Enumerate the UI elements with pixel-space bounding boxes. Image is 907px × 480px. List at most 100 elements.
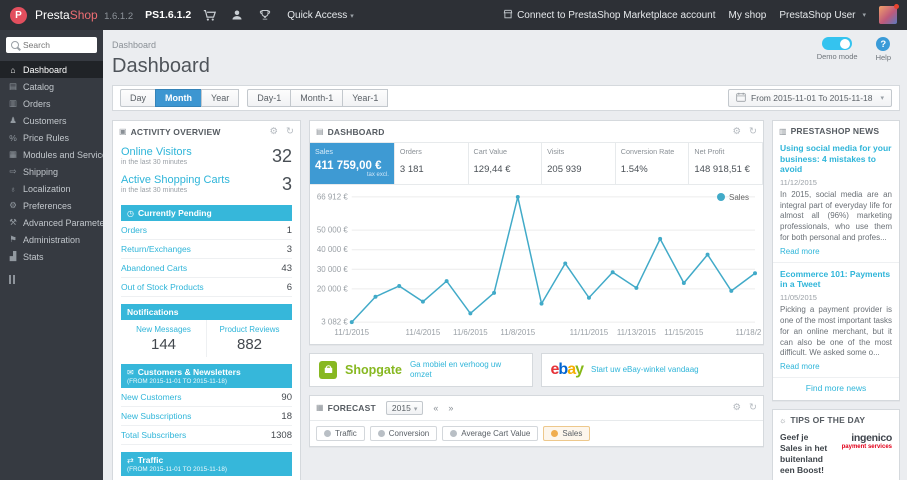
online-visitors-link[interactable]: Online Visitors <box>121 146 192 158</box>
pending-row-link[interactable]: Abandoned Carts <box>121 263 187 273</box>
brand-part1: Presta <box>35 8 70 22</box>
customers-row-link[interactable]: Total Subscribers <box>121 430 186 440</box>
forecast-legend-button[interactable]: Average Cart Value <box>442 425 539 441</box>
pending-row: Out of Stock Products 6 <box>121 278 292 297</box>
news-article-title[interactable]: Using social media for your business: 4 … <box>780 143 892 175</box>
forecast-legend-dot <box>324 429 331 437</box>
sidebar-item-icon: ▦ <box>8 149 18 159</box>
date-range-label: From 2015-11-01 To 2015-11-18 <box>751 93 873 103</box>
gear-icon[interactable]: ⚙ <box>733 402 742 413</box>
sidebar-item[interactable]: ♁ Localization <box>0 180 103 197</box>
quick-access-menu[interactable]: Quick Access <box>287 10 354 21</box>
trophy-icon[interactable] <box>255 0 275 30</box>
period-button[interactable]: Month <box>155 89 203 107</box>
svg-text:40 000 €: 40 000 € <box>317 245 348 254</box>
sidebar-nav: ⌂ Dashboard ▤ Catalog ▥ Orders ♟ Custome… <box>0 61 103 265</box>
pending-row-value: 6 <box>286 281 292 293</box>
kpi-cell[interactable]: Conversion Rate 1.54% <box>616 143 690 184</box>
user-menu[interactable]: PrestaShop User <box>779 10 866 21</box>
forecast-legend-button[interactable]: Sales <box>543 425 591 441</box>
shopgate-icon <box>319 360 337 379</box>
collapse-sidebar-button[interactable] <box>9 275 21 284</box>
kpi-cell[interactable]: Cart Value 129,44 € <box>469 143 543 184</box>
customers-row-link[interactable]: New Subscriptions <box>121 411 191 421</box>
find-more-news-link[interactable]: Find more news <box>773 377 899 400</box>
help-icon[interactable] <box>876 37 891 51</box>
forecast-legend-button[interactable]: Conversion <box>369 425 438 441</box>
refresh-icon[interactable]: ↻ <box>749 402 757 413</box>
sidebar-item-label: Advanced Parameters <box>23 217 103 228</box>
shop-name[interactable]: PS1.6.1.2 <box>145 9 191 21</box>
forecast-legend-button[interactable]: Traffic <box>316 425 365 441</box>
clock-icon: ◷ <box>127 208 134 218</box>
refresh-icon[interactable]: ↻ <box>749 126 757 137</box>
read-more-link[interactable]: Read more <box>780 247 892 256</box>
brand-part2: Shop <box>69 8 98 22</box>
forecast-legend-label: Sales <box>562 428 583 438</box>
previous-period-button[interactable]: Month-1 <box>290 89 344 107</box>
pending-row-link[interactable]: Orders <box>121 225 147 235</box>
forecast-next-button[interactable] <box>448 403 453 413</box>
brand[interactable]: PrestaShop 1.6.1.2 <box>35 8 133 22</box>
notification-cell[interactable]: New Messages 144 <box>121 320 206 357</box>
notification-label: New Messages <box>136 325 191 334</box>
sidebar-item[interactable]: ⇨ Shipping <box>0 163 103 180</box>
forecast-prev-button[interactable] <box>433 403 438 413</box>
sidebar-item-icon: ▥ <box>8 98 18 108</box>
date-range-picker[interactable]: From 2015-11-01 To 2015-11-18 <box>728 89 892 107</box>
prestashop-logo-icon[interactable]: P <box>10 6 27 24</box>
sidebar-search[interactable] <box>6 37 97 53</box>
previous-period-button[interactable]: Day-1 <box>247 89 292 107</box>
breadcrumb[interactable]: Dashboard <box>112 40 156 50</box>
sidebar-item[interactable]: ⚙ Preferences <box>0 197 103 214</box>
customers-quick-icon[interactable] <box>227 0 247 30</box>
pending-row-link[interactable]: Return/Exchanges <box>121 244 191 254</box>
demo-mode-toggle[interactable] <box>822 37 853 50</box>
svg-text:11/13/2015: 11/13/2015 <box>617 328 657 337</box>
forecast-year-select[interactable]: 2015 <box>385 400 424 415</box>
shopgate-link[interactable]: Ga mobiel en verhoog uw omzet <box>410 360 523 379</box>
dashboard-panel-title: DASHBOARD <box>327 126 385 137</box>
ebay-logo-letter: b <box>558 360 568 378</box>
kpi-cell[interactable]: Orders 3 181 <box>395 143 469 184</box>
customers-row-link[interactable]: New Customers <box>121 392 181 402</box>
kpi-cell[interactable]: Net Profit 148 918,51 € <box>689 143 764 184</box>
previous-period-button[interactable]: Year-1 <box>342 89 389 107</box>
sidebar-item[interactable]: ⚒ Advanced Parameters <box>0 214 103 231</box>
sidebar-item-icon: ⇨ <box>9 166 17 176</box>
sidebar-item[interactable]: ⚑ Administration <box>0 231 103 248</box>
notification-cell[interactable]: Product Reviews 882 <box>206 320 292 357</box>
cart-icon[interactable] <box>199 0 219 30</box>
active-carts-link[interactable]: Active Shopping Carts <box>121 174 230 186</box>
pending-row-link[interactable]: Out of Stock Products <box>121 282 204 292</box>
sidebar-item-label: Orders <box>23 98 51 109</box>
read-more-link[interactable]: Read more <box>780 362 892 371</box>
chart-legend[interactable]: Sales <box>716 193 749 202</box>
sidebar-item[interactable]: ▥ Orders <box>0 95 103 112</box>
sidebar-item[interactable]: ⌂ Dashboard <box>0 61 103 78</box>
sidebar-search-input[interactable] <box>23 40 92 50</box>
sidebar-item[interactable]: % Price Rules <box>0 129 103 146</box>
sidebar-item[interactable]: ▤ Catalog <box>0 78 103 95</box>
period-button[interactable]: Day <box>120 89 157 107</box>
kpi-value: 3 181 <box>399 164 424 175</box>
my-shop-link[interactable]: My shop <box>729 10 767 21</box>
gear-icon[interactable]: ⚙ <box>733 126 742 137</box>
notifications-label: Notifications <box>127 307 179 317</box>
ebay-link[interactable]: Start uw eBay-winkel vandaag <box>591 365 699 375</box>
kpi-value: 1.54% <box>620 164 648 175</box>
sidebar-item[interactable]: ▟ Stats <box>0 248 103 265</box>
sidebar-item-label: Dashboard <box>23 64 68 75</box>
sidebar-item-label: Shipping <box>23 166 59 177</box>
user-avatar[interactable] <box>879 4 899 24</box>
kpi-cell[interactable]: Visits 205 939 <box>542 143 616 184</box>
refresh-icon[interactable]: ↻ <box>286 126 294 137</box>
gear-icon[interactable]: ⚙ <box>270 126 279 137</box>
kpi-cell[interactable]: Sales 411 759,00 € tax excl. <box>310 143 395 184</box>
marketplace-link[interactable]: Connect to PrestaShop Marketplace accoun… <box>503 9 716 22</box>
period-button[interactable]: Year <box>201 89 240 107</box>
sidebar-item[interactable]: ▦ Modules and Services <box>0 146 103 163</box>
period-buttons: Day Month Year <box>120 89 240 107</box>
news-article-title[interactable]: Ecommerce 101: Payments in a Tweet <box>780 269 892 290</box>
sidebar-item[interactable]: ♟ Customers <box>0 112 103 129</box>
